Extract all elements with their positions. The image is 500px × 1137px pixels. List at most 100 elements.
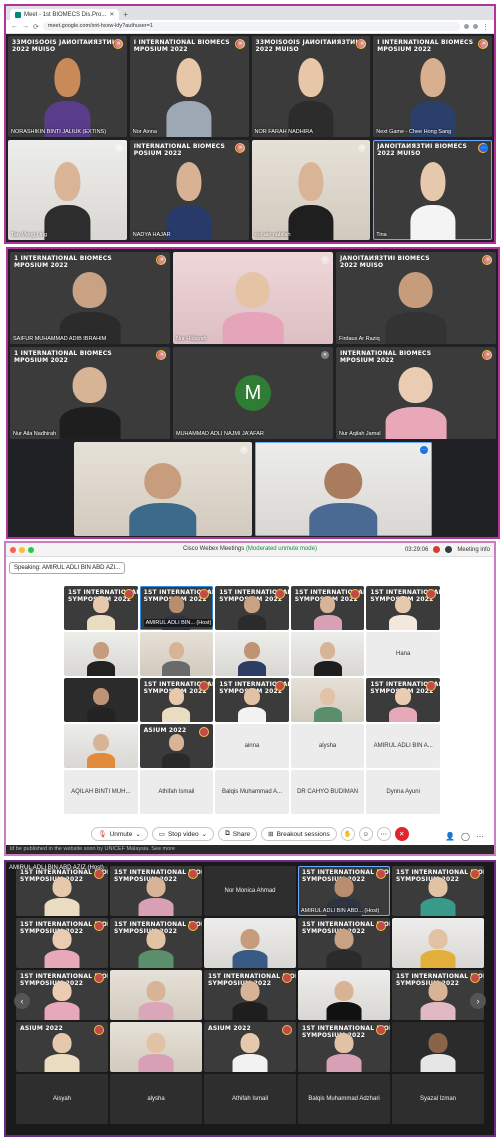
recording-icon[interactable]: [433, 546, 441, 553]
previous-page-arrow-icon[interactable]: ‹: [14, 993, 30, 1009]
share-button[interactable]: ⧉ Share: [218, 827, 258, 841]
participant-tile[interactable]: 1ST INTERNATIONAL BIOMECS SYMPOSIUM 2022…: [298, 866, 390, 916]
participant-tile[interactable]: 1ST INTERNATIONAL BIOMECS SYMPOSIUM 2022: [139, 678, 214, 722]
participant-tile[interactable]: ✕: [74, 442, 252, 536]
participant-tile[interactable]: alysha: [290, 724, 365, 768]
participant-tile[interactable]: [290, 632, 365, 676]
shield-icon[interactable]: [445, 546, 453, 553]
participant-video: [238, 595, 266, 630]
participant-tile[interactable]: 1ST INTERNATIONAL BIOMECS SYMPOSIUM 2022: [366, 586, 440, 630]
participant-tile[interactable]: 1ST INTERNATIONAL BIOMECS SYMPOSIUM 2022: [298, 1022, 390, 1072]
breakout-sessions-button[interactable]: ⊞ Breakout sessions: [261, 827, 337, 841]
participant-video: [410, 161, 456, 240]
participant-tile[interactable]: AQILAH BINTI MUH...: [64, 770, 138, 814]
participant-tile[interactable]: M MUHAMMAD ADLI NAJMI JA'AFAR ✕: [173, 347, 333, 439]
participant-tile[interactable]: alysha: [110, 1074, 202, 1124]
participant-tile[interactable]: Dynna Ayuni: [366, 770, 440, 814]
participant-tile[interactable]: [64, 678, 138, 722]
raise-hand-button[interactable]: ✋: [340, 827, 355, 841]
participant-tile[interactable]: [64, 724, 138, 768]
participant-tile[interactable]: [298, 970, 390, 1020]
participant-video: [313, 595, 342, 630]
leave-meeting-button[interactable]: ✕: [394, 827, 409, 841]
reload-icon[interactable]: ⟳: [33, 23, 39, 31]
participant-tile[interactable]: 1ST INTERNATIONAL BIOMECS SYMPOSIUM 2022: [204, 970, 296, 1020]
participant-tile[interactable]: ⋯: [254, 442, 432, 536]
participant-tile[interactable]: 1ST INTERNATIONAL BIOMECS SYMPOSIUM 2022: [16, 918, 108, 968]
participant-tile[interactable]: 1 INTERNATIONAL BIOMECS MPOSIUM 2022 SAIF…: [10, 252, 170, 344]
participant-tile[interactable]: JANOITAИЯ3TИI BIOMECS 2022 MUISO Tina ⋯: [373, 139, 492, 240]
university-logo-icon: [425, 589, 436, 599]
address-bar[interactable]: meet.google.com/xnt-hxxw-kfy?authuser=1: [42, 22, 460, 31]
participant-body: [313, 706, 342, 722]
participant-tile[interactable]: I INTERNATIONAL BIOMECS MPOSIUM 2022 Nor …: [129, 36, 249, 137]
participant-tile[interactable]: Balqis Muhammad Adzhari: [298, 1074, 390, 1124]
participant-tile[interactable]: [392, 1022, 484, 1072]
participant-tile[interactable]: 1ST INTERNATIONAL BIOMECS SYMPOSIUM 2022: [366, 678, 440, 722]
participant-tile[interactable]: 1ST INTERNATIONAL BIOMECS SYMPOSIUM 2022: [110, 918, 202, 968]
participant-tile[interactable]: 1ST INTERNATIONAL BIOMECS SYMPOSIUM 2022: [392, 866, 484, 916]
profile-avatar[interactable]: [473, 24, 478, 29]
participant-tile[interactable]: Athifah Ismail: [139, 770, 214, 814]
participant-tile[interactable]: ASIUM 2022: [139, 724, 214, 768]
more-panel-icon[interactable]: ⋯: [476, 832, 484, 841]
participant-tile[interactable]: [392, 918, 484, 968]
participant-tile[interactable]: 1ST INTERNATIONAL BIOMECS SYMPOSIUM 2022…: [139, 586, 214, 630]
participant-tile[interactable]: 1ST INTERNATIONAL BIOMECS SYMPOSIUM 2022: [392, 970, 484, 1020]
participant-tile[interactable]: [64, 632, 138, 676]
participant-tile[interactable]: INTERNATIONAL BIOMECS POSIUM 2022 NADYA H…: [129, 139, 249, 240]
participant-tile[interactable]: [110, 970, 202, 1020]
participant-tile[interactable]: [110, 1022, 202, 1072]
participant-tile[interactable]: Aisyah: [16, 1074, 108, 1124]
participant-tile[interactable]: INTERNATIONAL BIOMECS MPOSIUM 2022 Nur Aq…: [336, 347, 496, 439]
participant-tile[interactable]: Nur Hidayah ✕: [173, 252, 333, 344]
participant-tile[interactable]: ASIUM 2022: [204, 1022, 296, 1072]
browser-tab[interactable]: Meet - 1st BIOMECS Dis.Pro... ✕: [10, 9, 120, 20]
meeting-info-link[interactable]: Meeting info: [457, 547, 490, 553]
participant-tile[interactable]: Nor Monica Ahmad: [204, 866, 296, 916]
participant-tile[interactable]: Hana: [366, 632, 440, 676]
participant-tile[interactable]: [204, 918, 296, 968]
participant-tile[interactable]: JANOITAИЯ3TИI BIOMECS 2022 MUISO Firdaus …: [336, 252, 496, 344]
back-arrow-icon[interactable]: ←: [11, 23, 18, 30]
participant-tile[interactable]: 1ST INTERNATIONAL BIOMECS SYMPOSIUM 2022: [110, 866, 202, 916]
new-tab-button[interactable]: +: [123, 9, 128, 20]
unmute-button[interactable]: 🎙 Unmute ⌄: [91, 827, 148, 841]
participant-tile[interactable]: [215, 632, 289, 676]
participant-tile[interactable]: Athifah Ismail: [204, 1074, 296, 1124]
participant-tile[interactable]: [290, 678, 365, 722]
stop-video-button[interactable]: ▭ Stop video ⌄: [151, 827, 215, 841]
participant-tile[interactable]: Balqis Muhammad A...: [215, 770, 289, 814]
extension-icon[interactable]: [464, 24, 469, 29]
forward-arrow-icon[interactable]: →: [22, 23, 29, 30]
participant-tile[interactable]: 1ST INTERNATIONAL BIOMECS SYMPOSIUM 2022: [64, 586, 138, 630]
participant-tile[interactable]: 1ST INTERNATIONAL BIOMECS SYMPOSIUM 2022: [290, 586, 365, 630]
participant-tile[interactable]: 1 INTERNATIONAL BIOMECS MPOSIUM 2022 Nur …: [10, 347, 170, 439]
participant-tile[interactable]: 1ST INTERNATIONAL BIOMECS SYMPOSIUM 2022: [215, 586, 289, 630]
participant-tile[interactable]: 1ST INTERNATIONAL BIOMECS SYMPOSIUM 2022: [215, 678, 289, 722]
participant-tile[interactable]: I INTERNATIONAL BIOMECS MPOSIUM 2022 Next…: [373, 36, 492, 137]
next-page-arrow-icon[interactable]: ›: [470, 993, 486, 1009]
participant-tile[interactable]: ASIUM 2022: [16, 1022, 108, 1072]
participant-tile[interactable]: Tan Meng Ling ✕: [8, 139, 127, 240]
participant-tile[interactable]: DR CAHYO BUDIMAN: [290, 770, 365, 814]
participant-tile[interactable]: Syazal Izman: [392, 1074, 484, 1124]
more-options-button[interactable]: ⋯: [376, 827, 391, 841]
chevron-down-icon[interactable]: ⌄: [202, 830, 207, 838]
participant-tile[interactable]: nur ain nabilah ✕: [251, 139, 371, 240]
chevron-down-icon[interactable]: ⌄: [135, 830, 140, 838]
participant-tile[interactable]: 33MOISOOIS JAИOITAИЯ3TИI 2022 MUISO NORAS…: [8, 36, 127, 137]
participant-tile[interactable]: 33MOISOOIS JAИOITAИЯ3TИI 2022 MUISO NOR F…: [251, 36, 371, 137]
chat-icon[interactable]: ◯: [461, 832, 470, 841]
participant-tile[interactable]: AMIRUL ADLI BIN A...: [366, 724, 440, 768]
menu-dots-icon[interactable]: ⋮: [482, 23, 489, 31]
participant-video: [138, 877, 174, 916]
participant-tile[interactable]: ainna: [215, 724, 289, 768]
participant-tile[interactable]: 1ST INTERNATIONAL BIOMECS SYMPOSIUM 2022: [16, 970, 108, 1020]
participants-icon[interactable]: 👤: [445, 832, 455, 841]
reactions-button[interactable]: ☺: [358, 827, 373, 841]
participant-tile[interactable]: 1ST INTERNATIONAL BIOMECS SYMPOSIUM 2022: [16, 866, 108, 916]
close-tab-icon[interactable]: ✕: [109, 11, 114, 18]
participant-tile[interactable]: [139, 632, 214, 676]
participant-tile[interactable]: 1ST INTERNATIONAL BIOMECS SYMPOSIUM 2022: [298, 918, 390, 968]
